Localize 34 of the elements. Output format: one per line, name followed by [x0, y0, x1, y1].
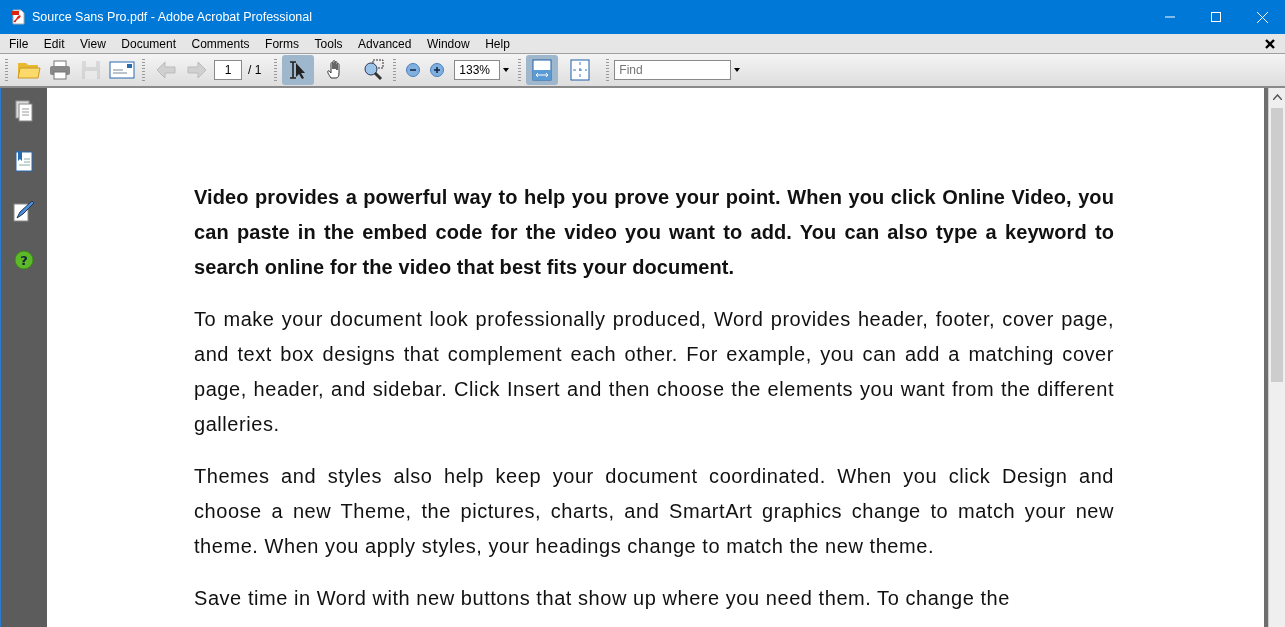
page-total: / 1 — [248, 63, 262, 77]
find-field[interactable]: Find — [614, 60, 732, 80]
window-title: Source Sans Pro.pdf - Adobe Acrobat Professional — [32, 10, 313, 24]
paragraph: Video provides a powerful way to help you prove your point. When you click Online Video, you can paste in the embed code for the video you want to add. You can also type a keyword to search online for the video that best fits your document. — [194, 185, 1114, 280]
pages-icon[interactable] — [15, 100, 33, 122]
menu-item[interactable]: Comments — [182, 36, 257, 51]
menu-item[interactable]: File — [0, 36, 35, 51]
pdf-file-icon — [10, 9, 26, 25]
scroll-thumb[interactable] — [1271, 108, 1283, 382]
maximize-icon[interactable] — [1211, 12, 1221, 22]
page-number-field[interactable]: 1 — [214, 60, 242, 80]
menu-item[interactable]: Forms — [256, 36, 306, 51]
zoom-field[interactable]: 133% — [454, 60, 501, 80]
select-text-icon[interactable] — [282, 55, 315, 85]
document-pen-icon[interactable] — [13, 200, 35, 222]
paragraph: To make your document look professionally produced, Word provides header, footer, cover page, and text box designs that complement each other. For example, you can add a matching cover page, header, and sidebar. Click Insert and then choose the elements you want from the different galleries. — [194, 307, 1114, 437]
scroll-up-icon[interactable] — [1272, 94, 1282, 100]
close-icon[interactable] — [1256, 11, 1268, 23]
bookmark-icon[interactable] — [15, 150, 33, 172]
menu-item[interactable]: View — [71, 36, 113, 51]
close-document-icon[interactable] — [1265, 38, 1275, 49]
menu-item[interactable]: Window — [417, 36, 477, 51]
vertical-scrollbar[interactable] — [1268, 88, 1285, 627]
help-icon[interactable]: ? — [14, 250, 34, 270]
menu-item[interactable]: Document — [112, 36, 183, 51]
caret-icon[interactable] — [734, 68, 741, 72]
caret-icon[interactable] — [503, 68, 510, 72]
paragraph: Save time in Word with new buttons that show up where you need them. To change the — [194, 586, 1011, 611]
fit-width-icon[interactable] — [526, 55, 559, 85]
menu-item[interactable]: Tools — [305, 36, 350, 51]
menu-item[interactable]: Edit — [34, 36, 72, 51]
menu-item[interactable]: Help — [476, 36, 517, 51]
menu-item[interactable]: Advanced — [349, 36, 418, 51]
paragraph: Themes and styles also help keep your document coordinated. When you click Design and choose a new Theme, the pictures, charts, and SmartArt graphics change to match your new theme. When you apply styles, your headings change to match the new theme. — [194, 464, 1114, 559]
